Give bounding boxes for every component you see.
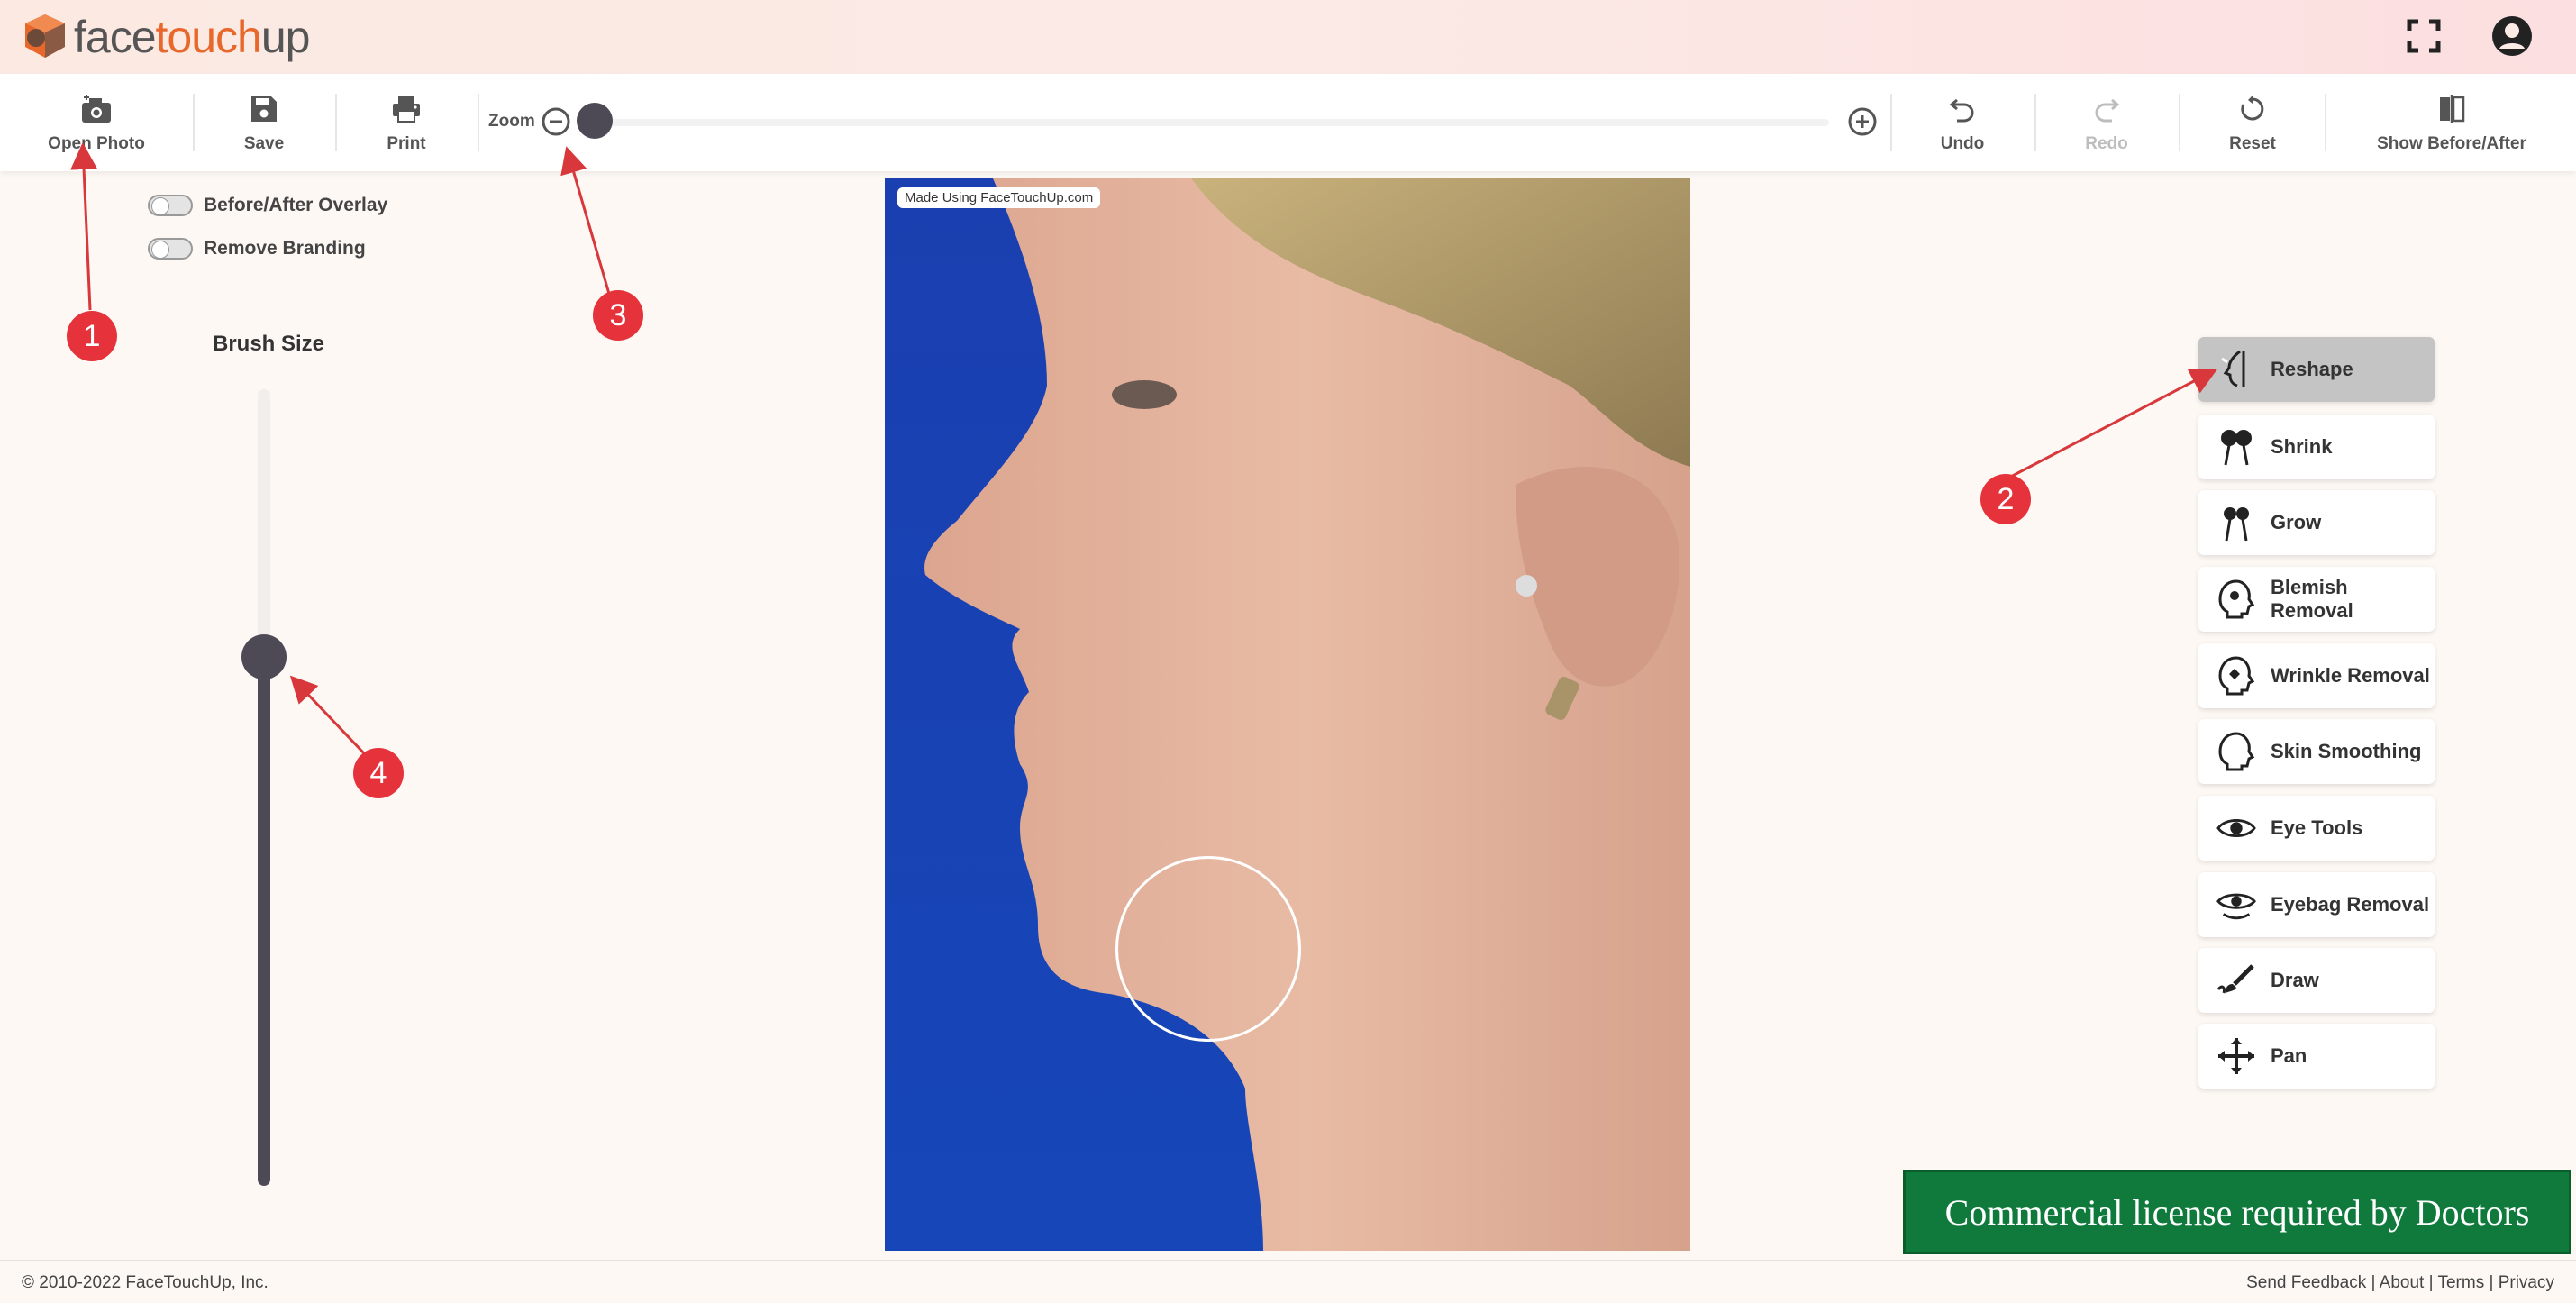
commercial-license-banner[interactable]: Commercial license required by Doctors [1903, 1170, 2571, 1254]
annotation-arrows [70, 142, 2218, 755]
footer-links: Send Feedback | About | Terms | Privacy [2246, 1273, 2554, 1292]
annotation-badge-2: 2 [1980, 474, 2031, 524]
annotation-badge-3: 3 [593, 290, 643, 341]
annotation-arrow-3 [560, 146, 611, 295]
about-link[interactable]: About [2380, 1273, 2425, 1292]
send-feedback-link[interactable]: Send Feedback [2246, 1273, 2366, 1292]
footer: © 2010-2022 FaceTouchUp, Inc. Send Feedb… [0, 1260, 2576, 1303]
annotation-arrow-2 [2005, 369, 2218, 481]
terms-link[interactable]: Terms [2437, 1273, 2484, 1292]
annotation-arrow-1 [70, 142, 98, 311]
annotation-badge-1: 1 [67, 311, 117, 361]
privacy-link[interactable]: Privacy [2499, 1273, 2554, 1292]
license-text: Commercial license required by Doctors [1944, 1191, 2530, 1233]
annotation-arrow-4 [289, 675, 366, 755]
annotation-badge-4: 4 [353, 748, 404, 798]
copyright-text: © 2010-2022 FaceTouchUp, Inc. [22, 1273, 269, 1292]
